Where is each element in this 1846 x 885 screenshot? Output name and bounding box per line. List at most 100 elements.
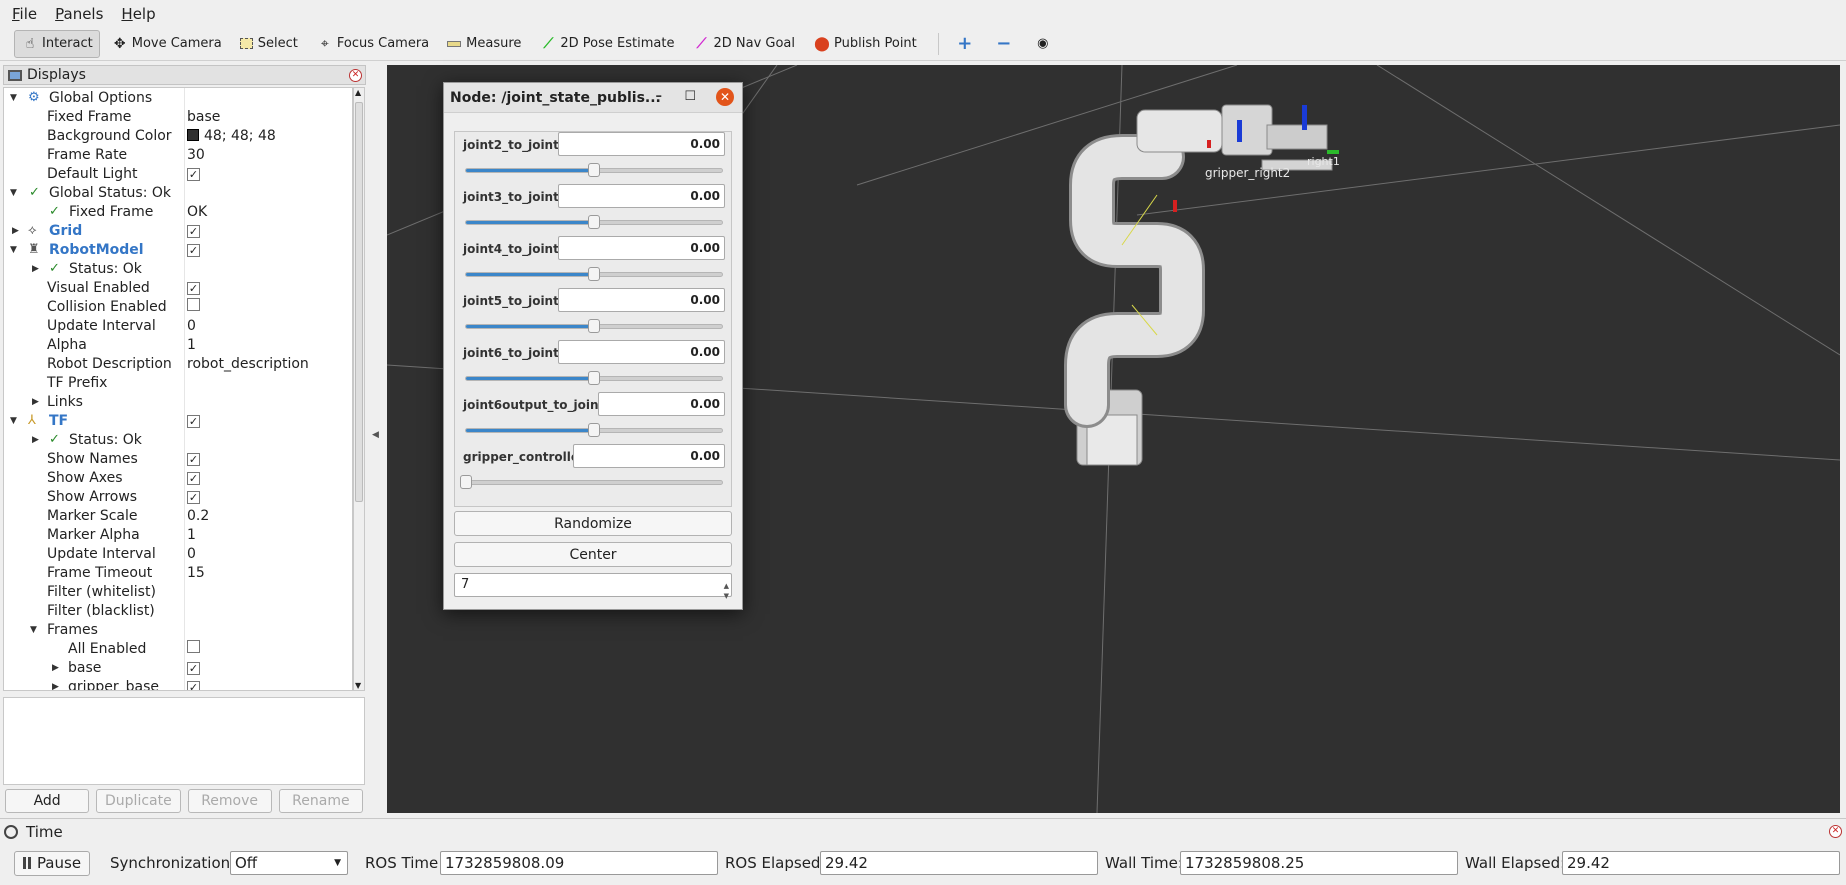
jsp-title-bar[interactable]: Node: /joint_state_publis... – ☐ ✕ (444, 83, 742, 113)
slider-handle[interactable] (588, 215, 600, 229)
checkbox-checked[interactable]: ✓ (187, 281, 200, 295)
tree-row-tf-prefix[interactable]: TF Prefix (4, 373, 352, 392)
close-icon[interactable]: ✕ (1829, 825, 1842, 838)
pause-button[interactable]: Pause (14, 850, 90, 876)
remove-tool-button[interactable]: − (988, 30, 1023, 58)
tree-row-fixed-frame[interactable]: Fixed Frame base (4, 107, 352, 126)
close-icon[interactable]: ✕ (716, 88, 734, 106)
tree-row-filter-blacklist[interactable]: Filter (blacklist) (4, 601, 352, 620)
tree-row-show-arrows[interactable]: Show Arrows ✓ (4, 487, 352, 506)
tree-row-show-axes[interactable]: Show Axes ✓ (4, 468, 352, 487)
tree-row-marker-alpha[interactable]: Marker Alpha 1 (4, 525, 352, 544)
expand-right-icon[interactable]: ▶ (32, 264, 39, 274)
joint-slider[interactable] (460, 475, 723, 489)
checkbox-checked[interactable]: ✓ (187, 471, 200, 485)
expand-right-icon[interactable]: ▶ (32, 435, 39, 445)
view-options-button[interactable]: ◉ (1027, 30, 1062, 58)
slider-handle[interactable] (588, 163, 600, 177)
center-button[interactable]: Center (454, 542, 732, 567)
displays-scrollbar[interactable]: ▲ ▼ (353, 87, 365, 691)
spin-down-icon[interactable]: ▼ (724, 585, 729, 607)
tree-row-update-interval[interactable]: Update Interval 0 (4, 316, 352, 335)
slider-handle[interactable] (460, 475, 472, 489)
expand-right-icon[interactable]: ▶ (32, 397, 39, 407)
checkbox-unchecked[interactable] (187, 640, 200, 653)
wall-elapsed-field[interactable]: 29.42 (1562, 851, 1840, 875)
joint-slider[interactable] (465, 423, 723, 437)
duplicate-button[interactable]: Duplicate (96, 789, 181, 813)
checkbox-unchecked[interactable] (187, 298, 200, 311)
add-tool-button[interactable]: + (949, 30, 984, 58)
checkbox-checked[interactable]: ✓ (187, 243, 200, 257)
tree-row-collision-enabled[interactable]: Collision Enabled (4, 297, 352, 316)
remove-button[interactable]: Remove (187, 789, 272, 813)
tree-row-frame-rate[interactable]: Frame Rate 30 (4, 145, 352, 164)
expand-right-icon[interactable]: ▶ (52, 682, 59, 691)
minimize-icon[interactable]: – (656, 89, 663, 104)
splitter-handle-icon[interactable]: ◀ (372, 430, 379, 440)
slider-handle[interactable] (588, 423, 600, 437)
tree-row-tf-status[interactable]: ▶ ✓ Status: Ok (4, 430, 352, 449)
tree-row-frames[interactable]: ▼ Frames (4, 620, 352, 639)
tree-row-global-status[interactable]: ▼ ✓ Global Status: Ok (4, 183, 352, 202)
tool-interact[interactable]: ☝ Interact (14, 29, 100, 58)
joint-value-input[interactable]: 0.00 (573, 444, 725, 468)
tree-row-grid[interactable]: ▶ ⟡ Grid ✓ (4, 221, 352, 240)
slider-handle[interactable] (588, 371, 600, 385)
expand-down-icon[interactable]: ▼ (10, 188, 17, 198)
expand-down-icon[interactable]: ▼ (10, 93, 17, 103)
add-button[interactable]: Add (5, 789, 90, 813)
slider-handle[interactable] (588, 319, 600, 333)
tree-row-robotmodel-status[interactable]: ▶ ✓ Status: Ok (4, 259, 352, 278)
joint-slider[interactable] (465, 163, 723, 177)
rename-button[interactable]: Rename (278, 789, 363, 813)
tree-row-background-color[interactable]: Background Color 48; 48; 48 (4, 126, 352, 145)
checkbox-checked[interactable]: ✓ (187, 661, 200, 675)
tool-select[interactable]: Select (233, 30, 305, 58)
checkbox-checked[interactable]: ✓ (187, 414, 200, 428)
tree-row-tf-update-interval[interactable]: Update Interval 0 (4, 544, 352, 563)
slider-handle[interactable] (588, 267, 600, 281)
joint-value-input[interactable]: 0.00 (598, 392, 725, 416)
menu-panels[interactable]: Panels (51, 3, 107, 25)
tool-move-camera[interactable]: ✥ Move Camera (104, 30, 229, 58)
scroll-up-icon[interactable]: ▲ (355, 88, 361, 97)
scroll-down-icon[interactable]: ▼ (355, 681, 361, 690)
ros-time-field[interactable]: 1732859808.09 (440, 851, 718, 875)
tool-measure[interactable]: Measure (440, 30, 528, 58)
tree-row-status-fixed-frame[interactable]: ✓ Fixed Frame OK (4, 202, 352, 221)
scrollbar-thumb[interactable] (355, 102, 363, 502)
tree-row-frame-timeout[interactable]: Frame Timeout 15 (4, 563, 352, 582)
menu-file[interactable]: File (8, 3, 41, 25)
joint-slider[interactable] (465, 371, 723, 385)
close-icon[interactable]: ✕ (349, 69, 362, 82)
joint-value-input[interactable]: 0.00 (558, 132, 725, 156)
joint-value-input[interactable]: 0.00 (558, 340, 725, 364)
color-swatch[interactable] (187, 128, 199, 141)
tree-row-frame-base[interactable]: ▶ base ✓ (4, 658, 352, 677)
menu-help[interactable]: Help (117, 3, 159, 25)
joint-slider[interactable] (465, 267, 723, 281)
tree-row-default-light[interactable]: Default Light ✓ (4, 164, 352, 183)
tree-row-alpha[interactable]: Alpha 1 (4, 335, 352, 354)
tree-row-tf[interactable]: ▼ ⅄ TF ✓ (4, 411, 352, 430)
wall-time-field[interactable]: 1732859808.25 (1180, 851, 1458, 875)
tool-2d-pose-estimate[interactable]: ⟋ 2D Pose Estimate (532, 30, 681, 58)
checkbox-checked[interactable]: ✓ (187, 224, 200, 238)
tree-row-robotmodel[interactable]: ▼ ♜ RobotModel ✓ (4, 240, 352, 259)
tool-publish-point[interactable]: ⬤ Publish Point (806, 30, 924, 58)
joint-slider[interactable] (465, 319, 723, 333)
joint-value-input[interactable]: 0.00 (558, 288, 725, 312)
tree-row-marker-scale[interactable]: Marker Scale 0.2 (4, 506, 352, 525)
tree-row-global-options[interactable]: ▼ ⚙ Global Options (4, 88, 352, 107)
expand-down-icon[interactable]: ▼ (30, 625, 37, 635)
maximize-icon[interactable]: ☐ (684, 89, 696, 104)
randomize-button[interactable]: Randomize (454, 511, 732, 536)
checkbox-checked[interactable]: ✓ (187, 680, 200, 690)
tool-focus-camera[interactable]: ⌖ Focus Camera (309, 30, 436, 58)
checkbox-checked[interactable]: ✓ (187, 167, 200, 181)
tree-row-show-names[interactable]: Show Names ✓ (4, 449, 352, 468)
expand-down-icon[interactable]: ▼ (10, 245, 17, 255)
joint-value-input[interactable]: 0.00 (558, 236, 725, 260)
checkbox-checked[interactable]: ✓ (187, 452, 200, 466)
